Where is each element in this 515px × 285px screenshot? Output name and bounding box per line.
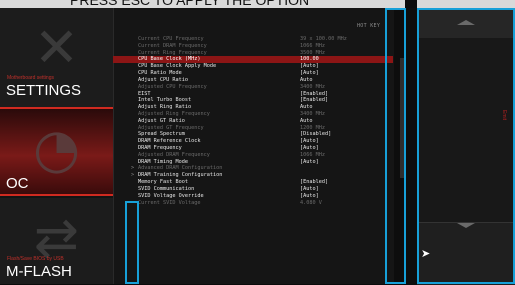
settings-subtitle: Motherboard settings	[7, 75, 54, 81]
setting-label: SVID Voltage Override	[138, 192, 204, 199]
highlight-box-left	[125, 201, 139, 284]
setting-label: DRAM Frequency	[138, 145, 182, 151]
setting-label: Memory Fast Boot	[138, 179, 188, 186]
top-caption-strip: PRESS ESC TO APPLY THE OPTION	[0, 0, 515, 8]
setting-value: [Auto]	[300, 63, 319, 70]
setting-value: [Enabled]	[300, 97, 329, 104]
setting-row[interactable]: Adjust CPU Ratio Auto	[113, 77, 393, 84]
mflash-subtitle: Flash/Save BIOS by USB	[7, 256, 64, 262]
setting-label: CPU Base Clock (MHz)	[138, 56, 201, 63]
chevron-right-icon: >	[131, 165, 135, 172]
setting-value: [Auto]	[300, 138, 319, 145]
setting-row[interactable]: Spread Spectrum [Disabled]	[113, 131, 393, 138]
setting-row[interactable]: DRAM Reference Clock [Auto]	[113, 138, 393, 145]
setting-row[interactable]: EIST [Enabled]	[113, 91, 393, 98]
setting-label: Current SVID Voltage	[138, 199, 201, 206]
setting-label: SVID Communication	[138, 185, 195, 192]
setting-row[interactable]: Memory Fast Boot [Enabled]	[113, 179, 393, 186]
setting-value: [Disabled]	[300, 131, 332, 138]
setting-row[interactable]: Adjusted DRAM Frequency 1066 MHz	[113, 152, 393, 159]
setting-value: 1200 MHz	[300, 124, 325, 131]
setting-label: Adjusted CPU Frequency	[138, 83, 207, 90]
hotkey-label[interactable]: HOT KEY	[357, 23, 380, 29]
setting-row[interactable]: Adjust GT Ratio Auto	[113, 118, 393, 125]
highlight-box-right	[417, 8, 515, 284]
setting-value: 39 x 100.00 MHz	[300, 36, 347, 42]
chevron-right-icon: >	[131, 172, 135, 179]
setting-row[interactable]: Current CPU Frequency 39 x 100.00 MHz	[113, 36, 393, 43]
setting-label: Current Ring Frequency	[138, 49, 207, 56]
mflash-tile[interactable]: ⇄ Flash/Save BIOS by USB M-FLASH	[0, 198, 113, 284]
setting-row[interactable]: Adjusted CPU Frequency 3400 MHz	[113, 84, 393, 91]
setting-row[interactable]: CPU Ratio Mode [Auto]	[113, 70, 393, 77]
setting-label: DRAM Training Configuration	[138, 172, 223, 179]
setting-value: Auto	[300, 104, 313, 111]
setting-label: Adjusted DRAM Frequency	[138, 151, 210, 158]
setting-row[interactable]: Current DRAM Frequency 1066 MHz	[113, 43, 393, 50]
oc-tile[interactable]: ◔ OC	[0, 107, 113, 196]
top-strip-gap	[405, 0, 417, 8]
setting-label: Adjust GT Ratio	[138, 117, 185, 124]
setting-value: [Auto]	[300, 192, 319, 199]
setting-label: Adjust Ring Ratio	[138, 104, 192, 111]
setting-value: 1066 MHz	[300, 42, 325, 49]
highlight-box-scroll	[385, 8, 406, 284]
setting-value: [Auto]	[300, 185, 319, 192]
setting-value: 100.00	[300, 56, 319, 63]
setting-row[interactable]: CPU Base Clock Apply Mode [Auto]	[113, 63, 393, 70]
setting-label: Spread Spectrum	[138, 131, 185, 138]
setting-label: CPU Base Clock Apply Mode	[138, 63, 217, 70]
setting-label: EIST	[138, 90, 151, 97]
setting-value: Auto	[300, 117, 313, 124]
settings-tile[interactable]: ✕ Motherboard settings SETTINGS	[0, 8, 113, 107]
setting-label: Intel Turbo Boost	[138, 97, 192, 104]
setting-label: Current CPU Frequency	[138, 36, 204, 42]
setting-row[interactable]: Current Ring Frequency 3500 MHz	[113, 50, 393, 57]
setting-row[interactable]: Adjusted Ring Frequency 3400 MHz	[113, 111, 393, 118]
setting-value: [Auto]	[300, 145, 319, 151]
setting-row[interactable]: Adjust Ring Ratio Auto	[113, 104, 393, 111]
setting-row[interactable]: Intel Turbo Boost [Enabled]	[113, 97, 393, 104]
mflash-title: M-FLASH	[6, 263, 72, 280]
setting-value: [Enabled]	[300, 90, 329, 97]
settings-title: SETTINGS	[6, 82, 82, 99]
setting-value: [Auto]	[300, 158, 319, 165]
setting-row[interactable]: SVID Voltage Override [Auto]	[113, 193, 393, 200]
setting-row[interactable]: > Advanced DRAM Configuration	[113, 165, 393, 172]
setting-value: [Enabled]	[300, 179, 329, 186]
setting-label: DRAM Timing Mode	[138, 158, 188, 165]
setting-label: Adjust CPU Ratio	[138, 76, 188, 83]
setting-label: Adjusted GT Frequency	[138, 124, 204, 131]
setting-value: [Auto]	[300, 70, 319, 77]
setting-value: 1066 MHz	[300, 151, 325, 158]
setting-row[interactable]: CPU Base Clock (MHz) 100.00	[113, 56, 393, 64]
setting-label: Adjusted Ring Frequency	[138, 110, 210, 117]
setting-value: 3400 MHz	[300, 83, 325, 90]
setting-row[interactable]: DRAM Frequency [Auto]	[113, 145, 393, 152]
top-caption: PRESS ESC TO APPLY THE OPTION	[70, 0, 310, 8]
setting-row[interactable]: Adjusted GT Frequency 1200 MHz	[113, 125, 393, 132]
setting-value: 4.080 V	[300, 199, 322, 206]
setting-row[interactable]: Current SVID Voltage 4.080 V	[113, 200, 393, 207]
setting-value: 3400 MHz	[300, 110, 325, 117]
setting-label: DRAM Reference Clock	[138, 138, 201, 145]
oc-title: OC	[6, 175, 29, 192]
setting-label: Advanced DRAM Configuration	[138, 165, 223, 172]
setting-value: Auto	[300, 76, 313, 83]
setting-label: Current DRAM Frequency	[138, 42, 207, 49]
setting-label: CPU Ratio Mode	[138, 70, 182, 77]
setting-row[interactable]: > DRAM Training Configuration	[113, 172, 393, 179]
settings-list: Current CPU Frequency 39 x 100.00 MHz Curr…	[113, 36, 393, 206]
setting-row[interactable]: SVID Communication [Auto]	[113, 186, 393, 193]
setting-value: 3500 MHz	[300, 49, 325, 56]
setting-row[interactable]: DRAM Timing Mode [Auto]	[113, 159, 393, 166]
